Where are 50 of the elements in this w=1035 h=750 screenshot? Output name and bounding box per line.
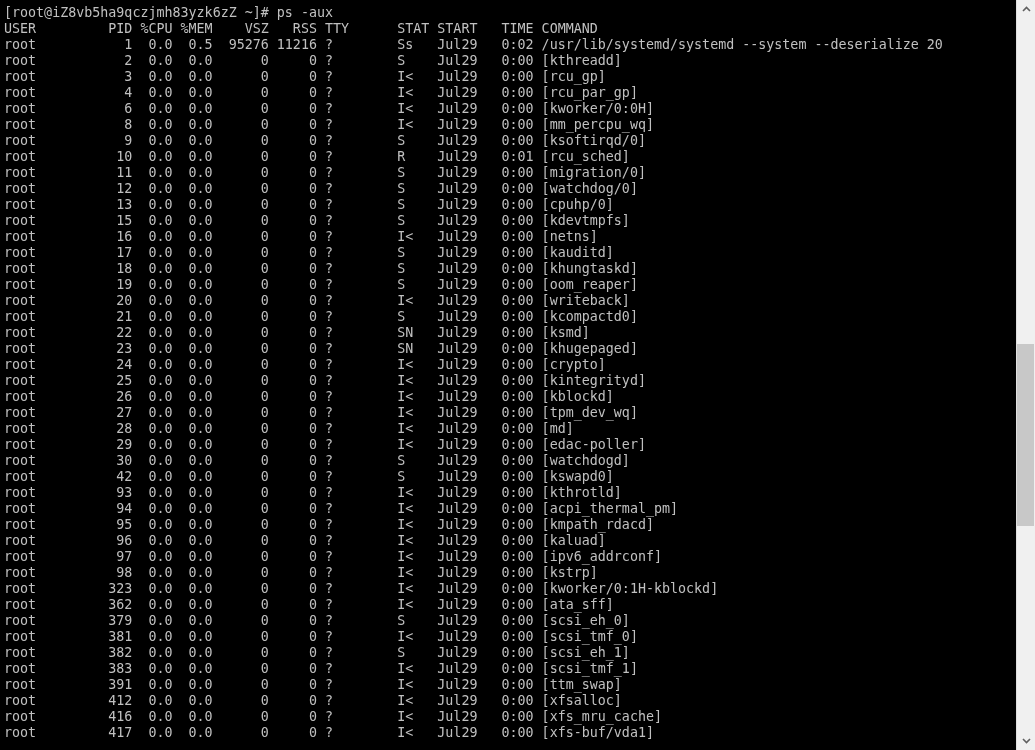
process-line: root 42 0.0 0.0 0 0 ? S Jul29 0:00 [kswapd0]	[4, 469, 614, 485]
process-line: root 10 0.0 0.0 0 0 ? R Jul29 0:01 [rcu_sched]	[4, 149, 630, 165]
scrollbar[interactable]	[1016, 0, 1035, 750]
process-line: root 24 0.0 0.0 0 0 ? I< Jul29 0:00 [crypto]	[4, 357, 606, 373]
process-line: root 97 0.0 0.0 0 0 ? I< Jul29 0:00 [ipv6_addrconf]	[4, 549, 662, 565]
process-line: root 13 0.0 0.0 0 0 ? S Jul29 0:00 [cpuhp/0]	[4, 197, 614, 213]
process-line: root 30 0.0 0.0 0 0 ? S Jul29 0:00 [watchdogd]	[4, 453, 630, 469]
process-line: root 12 0.0 0.0 0 0 ? S Jul29 0:00 [watchdog/0]	[4, 181, 638, 197]
process-line: root 3 0.0 0.0 0 0 ? I< Jul29 0:00 [rcu_gp]	[4, 69, 606, 85]
process-line: root 21 0.0 0.0 0 0 ? S Jul29 0:00 [kcompactd0]	[4, 309, 638, 325]
process-line: root 26 0.0 0.0 0 0 ? I< Jul29 0:00 [kblockd]	[4, 389, 614, 405]
process-line: root 382 0.0 0.0 0 0 ? S Jul29 0:00 [scsi_eh_1]	[4, 645, 630, 661]
process-line: root 417 0.0 0.0 0 0 ? I< Jul29 0:00 [xfs-buf/vda1]	[4, 725, 654, 741]
process-line: root 2 0.0 0.0 0 0 ? S Jul29 0:00 [kthreadd]	[4, 53, 622, 69]
process-line: root 16 0.0 0.0 0 0 ? I< Jul29 0:00 [netns]	[4, 229, 598, 245]
process-line: root 27 0.0 0.0 0 0 ? I< Jul29 0:00 [tpm_dev_wq]	[4, 405, 638, 421]
process-line: root 6 0.0 0.0 0 0 ? I< Jul29 0:00 [kworker/0:0H]	[4, 101, 654, 117]
process-line: root 9 0.0 0.0 0 0 ? S Jul29 0:00 [ksoftirqd/0]	[4, 133, 646, 149]
process-line: root 416 0.0 0.0 0 0 ? I< Jul29 0:00 [xfs_mru_cache]	[4, 709, 662, 725]
process-line: root 11 0.0 0.0 0 0 ? S Jul29 0:00 [migration/0]	[4, 165, 646, 181]
column-header: USER PID %CPU %MEM VSZ RSS TTY STAT START TIME COMMAND	[4, 21, 598, 37]
process-line: root 4 0.0 0.0 0 0 ? I< Jul29 0:00 [rcu_par_gp]	[4, 85, 638, 101]
process-line: root 8 0.0 0.0 0 0 ? I< Jul29 0:00 [mm_percpu_wq]	[4, 117, 654, 133]
process-line: root 96 0.0 0.0 0 0 ? I< Jul29 0:00 [kaluad]	[4, 533, 606, 549]
command-prompt: [root@iZ8vb5ha9qczjmh83yzk6zZ ~]# ps -aux	[4, 5, 333, 21]
process-line: root 391 0.0 0.0 0 0 ? I< Jul29 0:00 [ttm_swap]	[4, 677, 622, 693]
scroll-up-icon[interactable]	[1021, 6, 1031, 12]
process-line: root 95 0.0 0.0 0 0 ? I< Jul29 0:00 [kmpath_rdacd]	[4, 517, 654, 533]
process-line: root 20 0.0 0.0 0 0 ? I< Jul29 0:00 [writeback]	[4, 293, 630, 309]
process-line: root 93 0.0 0.0 0 0 ? I< Jul29 0:00 [kthrotld]	[4, 485, 622, 501]
process-line: root 19 0.0 0.0 0 0 ? S Jul29 0:00 [oom_reaper]	[4, 277, 638, 293]
process-line: root 98 0.0 0.0 0 0 ? I< Jul29 0:00 [kstrp]	[4, 565, 598, 581]
process-line: root 23 0.0 0.0 0 0 ? SN Jul29 0:00 [khugepaged]	[4, 341, 638, 357]
process-line: root 22 0.0 0.0 0 0 ? SN Jul29 0:00 [ksmd]	[4, 325, 590, 341]
process-line: root 379 0.0 0.0 0 0 ? S Jul29 0:00 [scsi_eh_0]	[4, 613, 630, 629]
process-line: root 323 0.0 0.0 0 0 ? I< Jul29 0:00 [kworker/0:1H-kblockd]	[4, 581, 719, 597]
process-line: root 25 0.0 0.0 0 0 ? I< Jul29 0:00 [kintegrityd]	[4, 373, 646, 389]
process-line: root 17 0.0 0.0 0 0 ? S Jul29 0:00 [kauditd]	[4, 245, 614, 261]
process-line: root 412 0.0 0.0 0 0 ? I< Jul29 0:00 [xfsalloc]	[4, 693, 622, 709]
process-line: root 15 0.0 0.0 0 0 ? S Jul29 0:00 [kdevtmpfs]	[4, 213, 630, 229]
process-line: root 1 0.0 0.5 95276 11216 ? Ss Jul29 0:02 /usr/lib/systemd/systemd --system --deserialize 20	[4, 37, 943, 53]
process-line: root 29 0.0 0.0 0 0 ? I< Jul29 0:00 [edac-poller]	[4, 437, 646, 453]
process-line: root 362 0.0 0.0 0 0 ? I< Jul29 0:00 [ata_sff]	[4, 597, 614, 613]
scrollbar-thumb[interactable]	[1017, 344, 1034, 526]
scroll-down-icon[interactable]	[1021, 738, 1031, 744]
process-line: root 383 0.0 0.0 0 0 ? I< Jul29 0:00 [scsi_tmf_1]	[4, 661, 638, 677]
process-line: root 94 0.0 0.0 0 0 ? I< Jul29 0:00 [acpi_thermal_pm]	[4, 501, 679, 517]
process-line: root 28 0.0 0.0 0 0 ? I< Jul29 0:00 [md]	[4, 421, 574, 437]
process-line: root 381 0.0 0.0 0 0 ? I< Jul29 0:00 [scsi_tmf_0]	[4, 629, 638, 645]
process-line: root 18 0.0 0.0 0 0 ? S Jul29 0:00 [khungtaskd]	[4, 261, 638, 277]
